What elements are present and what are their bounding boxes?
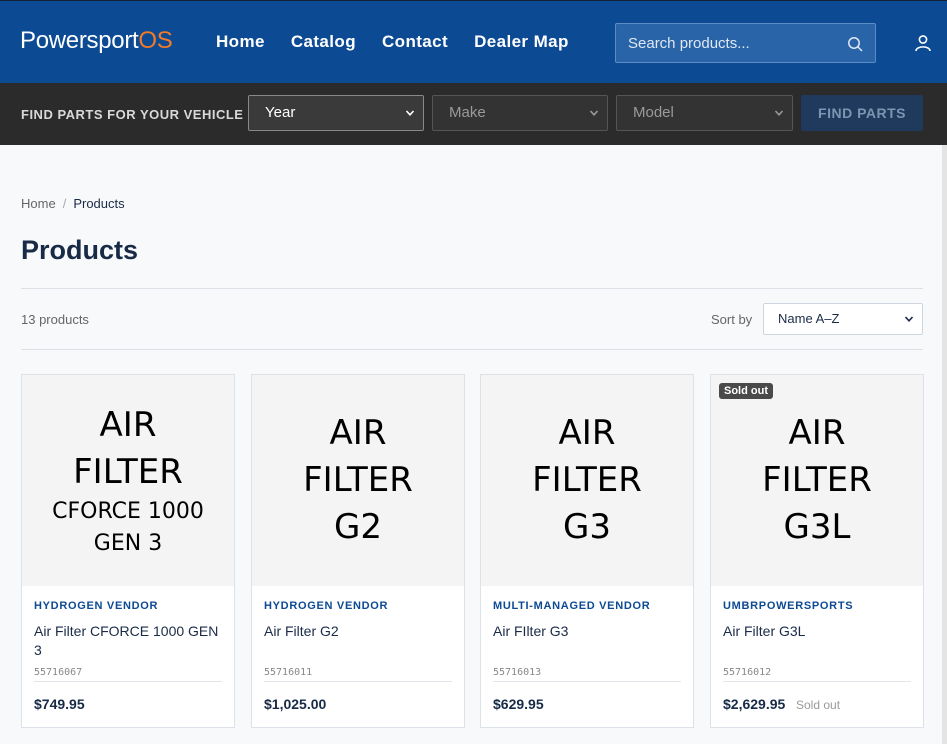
nav-catalog[interactable]: Catalog — [291, 32, 356, 52]
product-sku: 55716013 — [493, 667, 542, 678]
product-image-text: G3 — [563, 507, 611, 547]
sort-label: Sort by — [711, 312, 753, 327]
product-image-text: AIR — [788, 413, 846, 453]
product-sku: 55716011 — [264, 667, 313, 678]
make-select[interactable]: Make — [432, 95, 608, 131]
product-count: 13 products — [21, 312, 89, 327]
product-card[interactable]: AIR FILTER G3 MULTI-MANAGED VENDOR Air F… — [480, 374, 694, 728]
product-image-text: FILTER — [762, 460, 872, 500]
page-scrollbar[interactable] — [942, 145, 947, 744]
product-image-text: FILTER — [532, 460, 642, 500]
product-image-text: FILTER — [73, 451, 183, 492]
year-select-value: Year — [265, 104, 296, 121]
nav-dealer-map[interactable]: Dealer Map — [474, 32, 569, 52]
search-box — [615, 23, 876, 63]
product-vendor: UMBRPOWERSPORTS — [723, 600, 854, 612]
sort-select-value: Name A–Z — [778, 311, 840, 326]
divider — [723, 681, 911, 682]
product-image[interactable]: AIR FILTER G3L — [711, 375, 923, 586]
product-image-text: G2 — [334, 507, 382, 547]
search-icon[interactable] — [847, 36, 863, 52]
search-input[interactable] — [616, 24, 846, 62]
product-name[interactable]: Air Filter G3L — [723, 622, 913, 641]
site-header: PowersportOS Home Catalog Contact Dealer… — [0, 0, 947, 83]
product-price: $2,629.95 — [723, 696, 786, 712]
product-price: $629.95 — [493, 696, 544, 712]
product-image-text: AIR — [99, 404, 157, 445]
product-image-text: AIR — [329, 413, 387, 453]
divider — [264, 681, 452, 682]
product-sku: 55716012 — [723, 667, 772, 678]
product-sku: 55716067 — [34, 667, 83, 678]
product-price: $749.95 — [34, 696, 85, 712]
divider — [493, 681, 681, 682]
product-card[interactable]: AIR FILTER CFORCE 1000 GEN 3 HYDROGEN VE… — [21, 374, 235, 728]
main-content: Home / Products Products 13 products Sort … — [0, 145, 942, 744]
product-name[interactable]: Air Filter G2 — [264, 622, 454, 641]
product-name[interactable]: Air FIlter G3 — [493, 622, 683, 641]
vehicle-finder-bar: FIND PARTS FOR YOUR VEHICLE Year Make Mo… — [0, 83, 947, 145]
product-card[interactable]: AIR FILTER G2 HYDROGEN VENDOR Air Filter… — [251, 374, 465, 728]
breadcrumb-current: Products — [73, 196, 125, 211]
main-nav: Home Catalog Contact Dealer Map — [216, 32, 595, 52]
sold-out-badge: Sold out — [719, 383, 773, 399]
model-select[interactable]: Model — [616, 95, 793, 131]
product-image-text: CFORCE 1000 — [52, 498, 204, 524]
product-image-text: GEN 3 — [93, 530, 163, 556]
chevron-down-icon — [405, 110, 415, 116]
divider — [34, 681, 222, 682]
make-select-value: Make — [449, 104, 486, 121]
chevron-down-icon — [589, 110, 599, 116]
chevron-down-icon — [904, 316, 914, 322]
user-icon[interactable] — [914, 34, 932, 52]
nav-contact[interactable]: Contact — [382, 32, 448, 52]
year-select[interactable]: Year — [248, 95, 424, 131]
divider — [21, 288, 923, 289]
product-price: $1,025.00 — [264, 696, 327, 712]
product-image-text: FILTER — [303, 460, 413, 500]
chevron-down-icon — [774, 110, 784, 116]
breadcrumb: Home / Products — [21, 196, 125, 211]
product-image[interactable]: AIR FILTER G2 — [252, 375, 464, 586]
nav-home[interactable]: Home — [216, 32, 265, 52]
breadcrumb-separator: / — [62, 196, 67, 211]
product-name[interactable]: Air Filter CFORCE 1000 GEN 3 — [34, 622, 224, 660]
sold-out-text: Sold out — [796, 698, 841, 712]
product-card[interactable]: AIR FILTER G3L Sold out UMBRPOWERSPORTS … — [710, 374, 924, 728]
product-vendor: HYDROGEN VENDOR — [34, 600, 159, 612]
product-image[interactable]: AIR FILTER CFORCE 1000 GEN 3 — [22, 375, 234, 586]
logo-text-accent: OS — [138, 27, 173, 54]
find-parts-button[interactable]: FIND PARTS — [801, 95, 923, 131]
product-vendor: HYDROGEN VENDOR — [264, 600, 389, 612]
sort-select[interactable]: Name A–Z — [763, 303, 923, 335]
product-image-text: AIR — [558, 413, 616, 453]
product-vendor: MULTI-MANAGED VENDOR — [493, 600, 651, 612]
vehicle-finder-label: FIND PARTS FOR YOUR VEHICLE — [21, 107, 244, 122]
product-image[interactable]: AIR FILTER G3 — [481, 375, 693, 586]
site-logo[interactable]: PowersportOS — [20, 27, 173, 55]
product-image-text: G3L — [783, 507, 851, 547]
model-select-value: Model — [633, 104, 674, 121]
logo-text-main: Powersport — [20, 27, 139, 54]
breadcrumb-home[interactable]: Home — [21, 196, 56, 211]
page-title: Products — [21, 235, 139, 265]
divider — [21, 349, 923, 350]
